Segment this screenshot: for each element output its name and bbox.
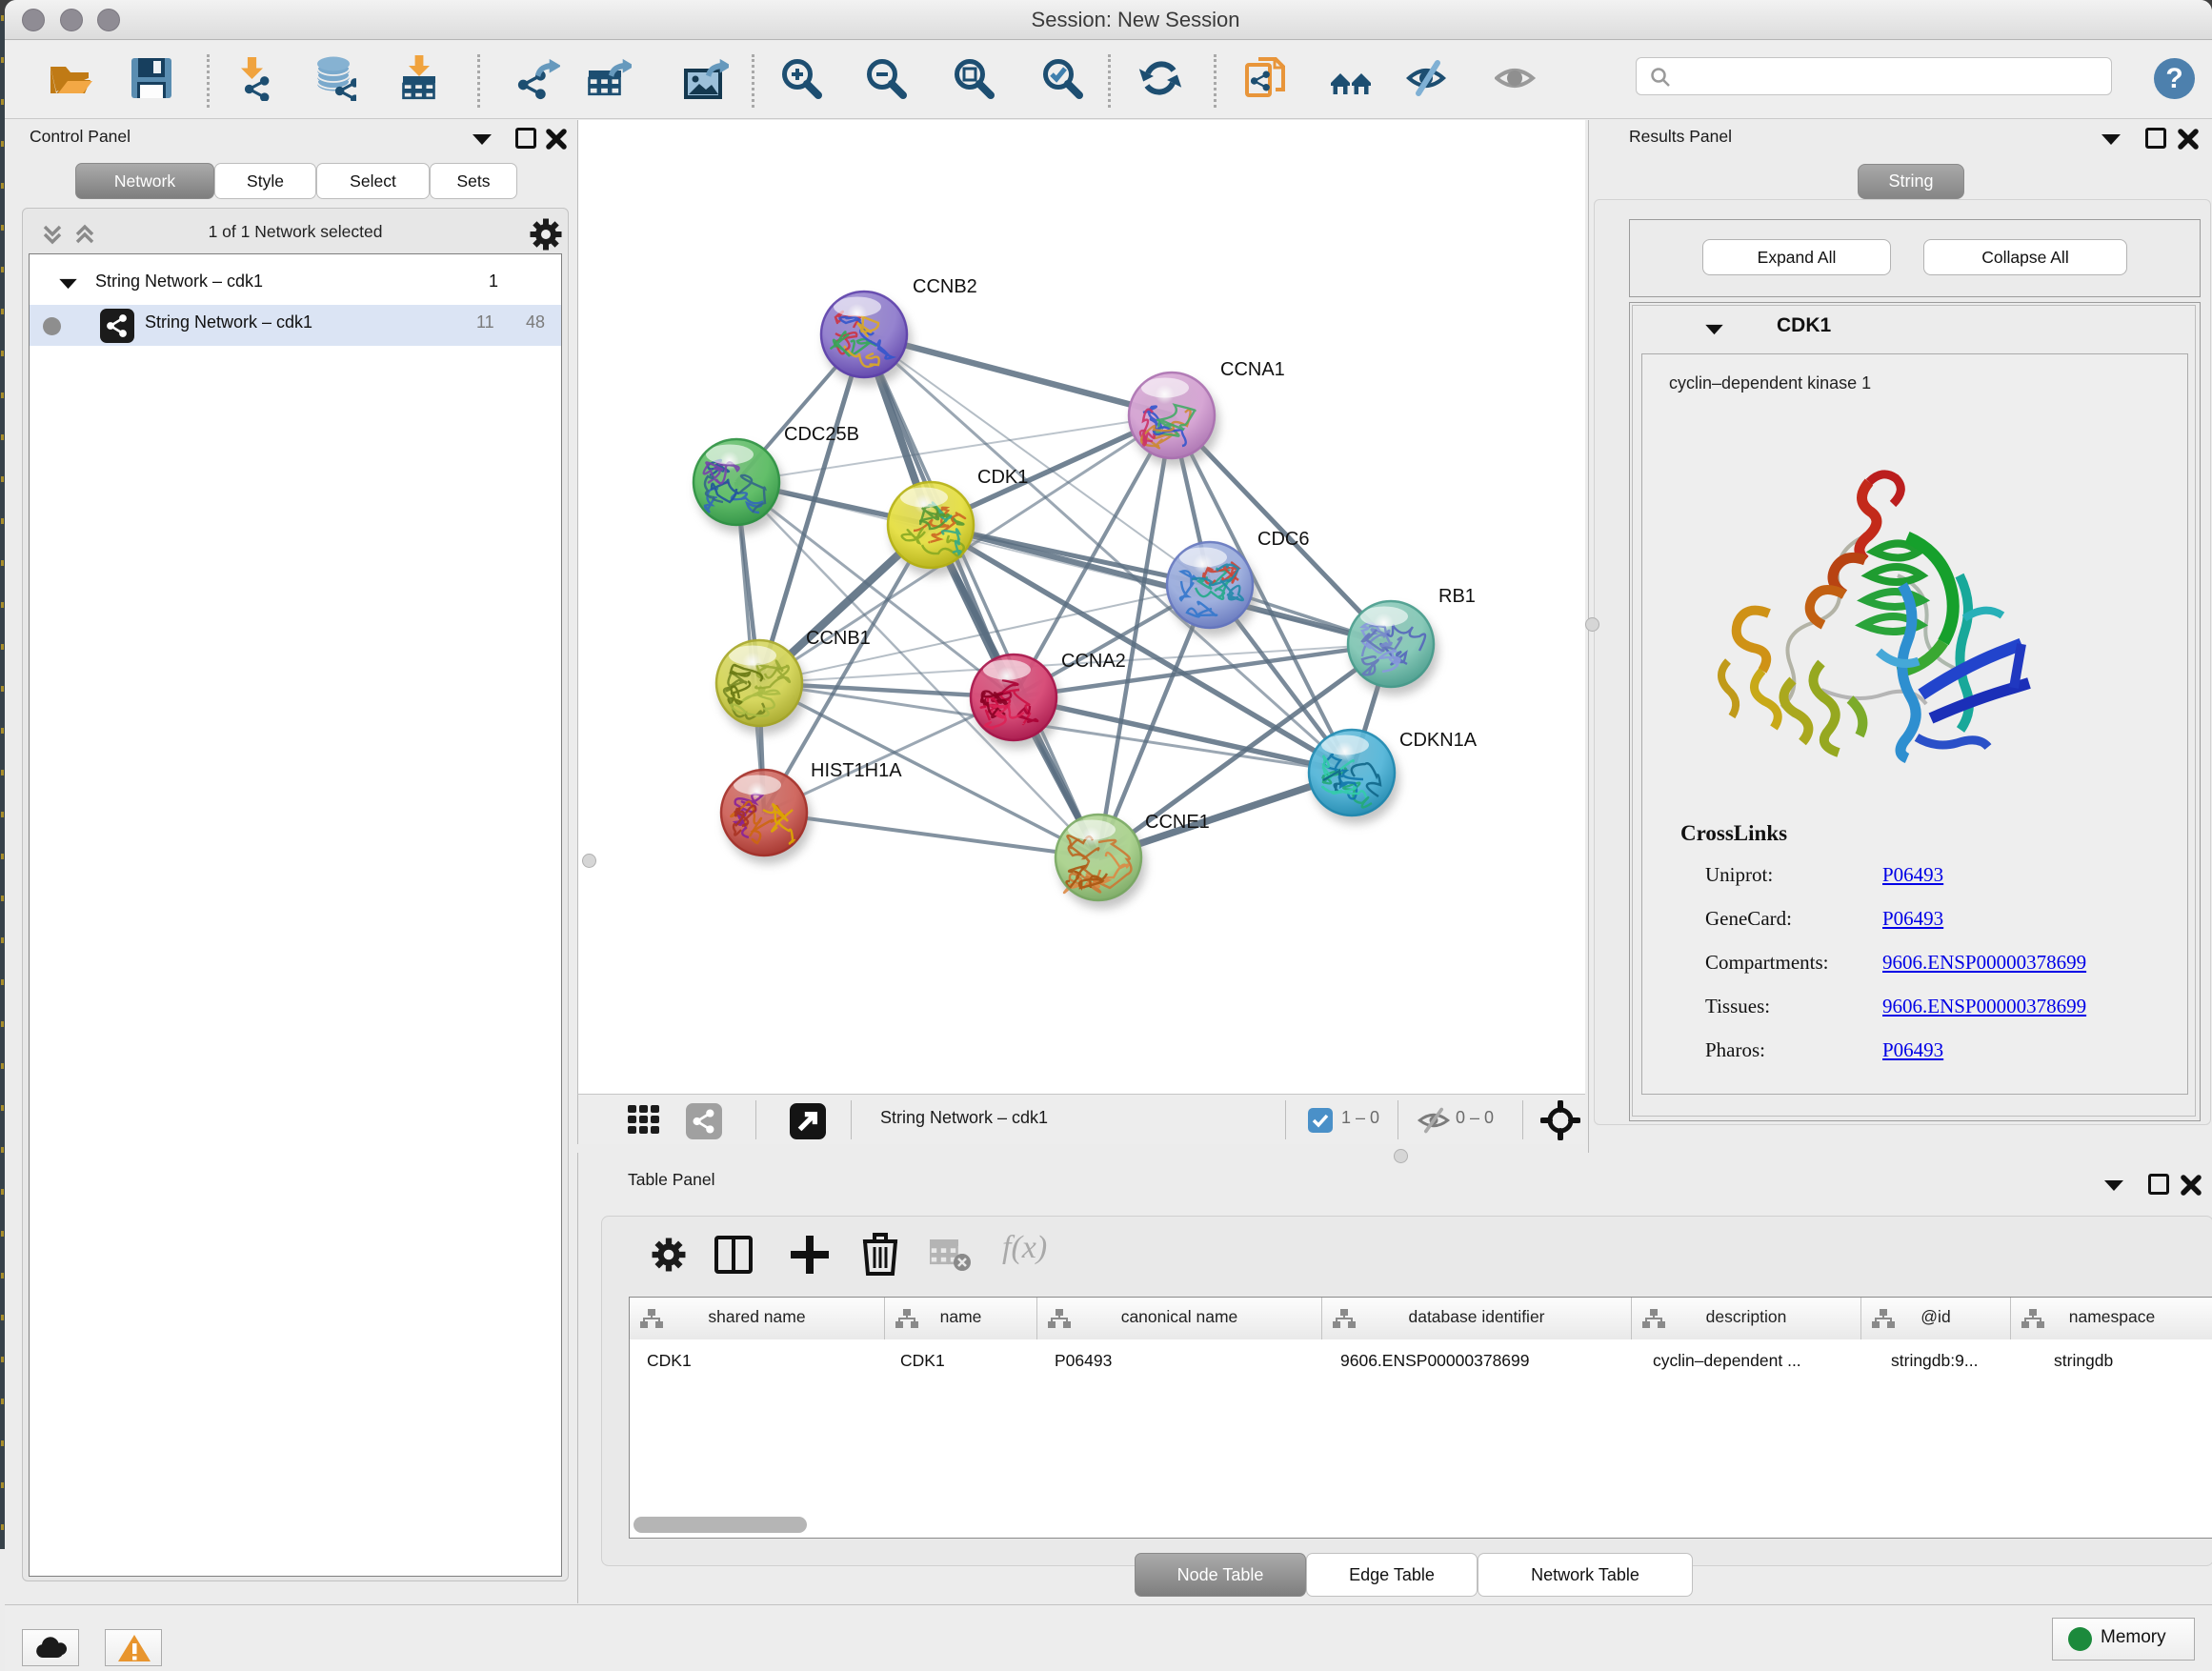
svg-text:CCNA1: CCNA1 (1220, 359, 1285, 380)
svg-text:HIST1H1A: HIST1H1A (811, 760, 902, 781)
svg-text:CDC25B: CDC25B (784, 424, 859, 445)
svg-text:CCNB2: CCNB2 (913, 276, 977, 297)
svg-text:RB1: RB1 (1438, 586, 1476, 607)
svg-text:CDKN1A: CDKN1A (1399, 730, 1478, 751)
svg-text:CDC6: CDC6 (1257, 529, 1309, 550)
svg-text:CCNB1: CCNB1 (806, 628, 871, 649)
svg-text:CDK1: CDK1 (977, 467, 1028, 488)
svg-text:CCNE1: CCNE1 (1145, 812, 1210, 833)
svg-text:CCNA2: CCNA2 (1061, 651, 1126, 672)
